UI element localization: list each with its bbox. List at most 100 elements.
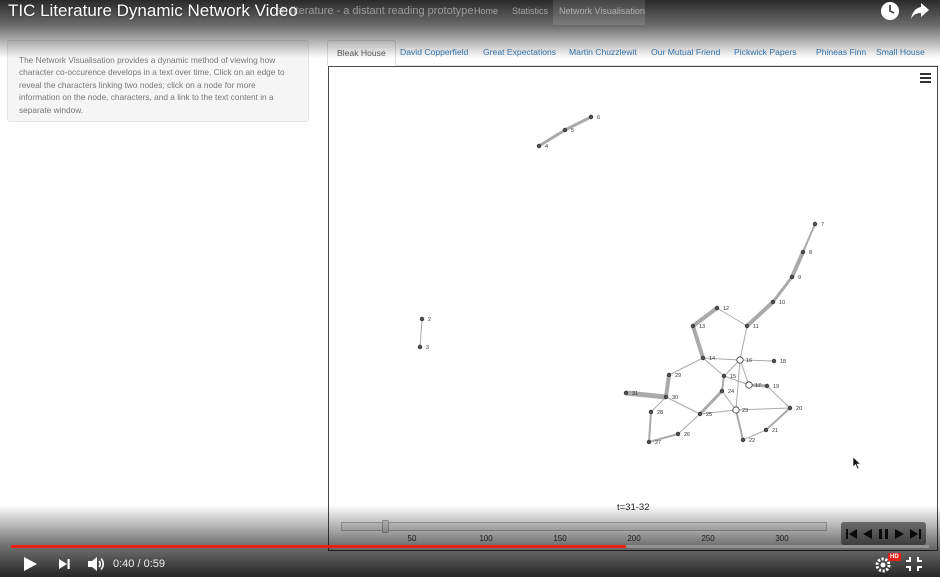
network-node-label: 13 — [699, 324, 705, 330]
share-icon[interactable] — [909, 0, 931, 22]
network-edge[interactable] — [564, 115, 592, 132]
network-edge[interactable] — [664, 374, 671, 398]
network-panel: 2 3 4 5 6 7 8 9 10 11 12 13 14 15 16 17 18 19 20 21 22 23 24 25… — [328, 66, 938, 551]
network-node-label: 17 — [755, 383, 761, 389]
nav-statistics[interactable]: Statistics — [506, 0, 554, 25]
network-node[interactable] — [736, 356, 744, 364]
network-edge[interactable] — [648, 433, 679, 443]
network-node-label: 22 — [749, 438, 755, 444]
network-node[interactable] — [666, 372, 672, 378]
video-title[interactable]: TIC Literature Dynamic Network Video — [8, 1, 298, 21]
network-node-label: 26 — [684, 432, 690, 438]
network-node-label: 18 — [780, 359, 786, 365]
network-node-label: 7 — [821, 222, 824, 228]
network-node-label: 23 — [742, 408, 748, 414]
network-node-label: 27 — [655, 440, 661, 446]
network-node[interactable] — [812, 221, 818, 227]
mouse-cursor-icon — [852, 456, 862, 474]
network-edge[interactable] — [723, 375, 750, 386]
network-edge[interactable] — [771, 276, 794, 303]
volume-icon[interactable] — [86, 555, 106, 573]
network-node[interactable] — [763, 427, 769, 433]
network-node[interactable] — [675, 431, 681, 437]
next-icon[interactable] — [55, 555, 75, 573]
hamburger-icon[interactable] — [920, 73, 931, 83]
network-node[interactable] — [562, 127, 568, 133]
network-node-label: 30 — [672, 395, 678, 401]
network-edge[interactable] — [745, 300, 775, 328]
network-graph[interactable]: 2345678910111213141516171819202122232425… — [329, 67, 936, 497]
network-node[interactable] — [417, 344, 423, 350]
network-edge[interactable] — [538, 128, 566, 148]
network-edge[interactable] — [765, 407, 791, 431]
network-edge[interactable] — [802, 223, 816, 253]
network-edge[interactable] — [677, 413, 701, 435]
network-edge[interactable] — [691, 325, 705, 359]
network-node-label: 15 — [730, 374, 736, 380]
network-node[interactable] — [719, 388, 725, 394]
network-node[interactable] — [732, 406, 740, 414]
network-node-label: 24 — [728, 389, 734, 395]
network-node-label: 19 — [773, 384, 779, 390]
network-node-label: 6 — [597, 115, 600, 121]
network-edge[interactable] — [648, 411, 652, 443]
network-edge[interactable] — [721, 375, 725, 392]
network-node[interactable] — [745, 381, 753, 389]
network-node-label: 28 — [657, 410, 663, 416]
network-node-label: 3 — [426, 345, 429, 351]
nav-network-visualisation[interactable]: Network Visualisation — [553, 0, 645, 25]
network-node-label: 25 — [706, 412, 712, 418]
network-node-label: 5 — [571, 128, 574, 134]
progress-played — [11, 545, 627, 548]
site-brand[interactable]: sh literature - a distant reading protot… — [276, 5, 474, 17]
network-node[interactable] — [740, 437, 746, 443]
network-edge[interactable] — [419, 318, 423, 348]
network-node[interactable] — [588, 114, 594, 120]
network-node[interactable] — [623, 390, 629, 396]
network-node-label: 2 — [428, 317, 431, 323]
network-node-label: 4 — [545, 144, 548, 150]
hd-badge: HD — [888, 553, 901, 561]
network-node[interactable] — [419, 316, 425, 322]
network-edge[interactable] — [735, 409, 744, 441]
network-node[interactable] — [663, 394, 669, 400]
network-node-label: 31 — [632, 391, 638, 397]
network-node-label: 29 — [675, 373, 681, 379]
network-edge[interactable] — [716, 307, 748, 327]
network-node[interactable] — [787, 405, 793, 411]
network-node-label: 9 — [798, 275, 801, 281]
network-node[interactable] — [714, 305, 720, 311]
time-display: 0:40 / 0:59 — [113, 558, 165, 570]
network-node-label: 21 — [772, 428, 778, 434]
network-node[interactable] — [764, 383, 770, 389]
nav-home[interactable]: Home — [468, 0, 504, 25]
network-node-label: 12 — [723, 306, 729, 312]
network-edge[interactable] — [735, 359, 741, 411]
clock-icon[interactable] — [879, 0, 901, 22]
play-icon[interactable] — [20, 555, 40, 573]
network-node[interactable] — [770, 299, 776, 305]
network-node[interactable] — [744, 323, 750, 329]
network-edge[interactable] — [790, 251, 805, 278]
video-progress-bar[interactable] — [11, 545, 929, 548]
network-node[interactable] — [536, 143, 542, 149]
network-node[interactable] — [771, 358, 777, 364]
network-node[interactable] — [789, 274, 795, 280]
time-separator: / — [134, 558, 144, 570]
network-edge[interactable] — [698, 389, 724, 416]
network-node-label: 11 — [753, 324, 759, 330]
network-node[interactable] — [721, 373, 727, 379]
network-node[interactable] — [690, 323, 696, 329]
network-node-label: 8 — [809, 250, 812, 256]
network-node[interactable] — [648, 409, 654, 415]
duration: 0:59 — [143, 558, 166, 570]
video-player-controls: 0:40 / 0:59 HD — [0, 551, 940, 577]
network-node[interactable] — [800, 249, 806, 255]
network-edge[interactable] — [739, 325, 748, 361]
network-node[interactable] — [646, 439, 652, 445]
exit-fullscreen-icon[interactable] — [904, 555, 924, 573]
network-node-label: 10 — [779, 300, 785, 306]
network-node[interactable] — [700, 355, 706, 361]
network-node[interactable] — [697, 411, 703, 417]
network-node-label: 16 — [746, 358, 752, 364]
